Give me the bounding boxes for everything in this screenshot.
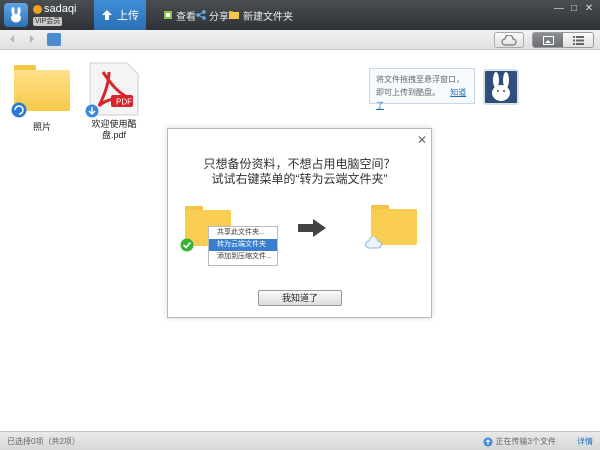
- list-view-button[interactable]: [563, 33, 593, 47]
- new-folder-button[interactable]: 新建文件夹: [229, 8, 293, 23]
- close-icon: ✕: [584, 2, 594, 14]
- floating-window-mascot[interactable]: [483, 69, 519, 105]
- drag-tip-balloon: 将文件拖拽至悬浮窗口，即可上传到酷盘。 知道了: [369, 68, 475, 110]
- new-folder-label: 新建文件夹: [243, 11, 293, 23]
- file-item-photos[interactable]: 照片: [11, 63, 72, 133]
- context-menu: 共享此文件夹... 转为云端文件夹 添加到压缩文件...: [208, 226, 278, 266]
- menu-item-share: 共享此文件夹...: [217, 229, 265, 236]
- back-arrow-icon: [10, 35, 14, 43]
- user-info[interactable]: sadaqi VIP会员: [33, 3, 77, 26]
- maximize-icon: □: [570, 2, 578, 14]
- cloud-button[interactable]: [494, 32, 524, 48]
- transfer-icon: [483, 437, 493, 446]
- cloud-folder-tip-dialog: ✕ 只想备份资料，不想占用电脑空间？ 试试右键菜单的“转为云端文件夹” 共享此文…: [167, 128, 432, 318]
- cloud-icon: [365, 237, 382, 249]
- back-button[interactable]: [8, 34, 18, 46]
- thumbnail-view-button[interactable]: [533, 33, 563, 47]
- dialog-title-line2: 试试右键菜单的“转为云端文件夹”: [211, 172, 388, 186]
- title-bar: sadaqi VIP会员 上传 查看 分享 新建文件夹 — □ ✕: [0, 0, 600, 30]
- maximize-button[interactable]: □: [567, 2, 581, 14]
- menu-item-compress: 添加到压缩文件...: [217, 253, 272, 260]
- navigation-bar: [0, 30, 600, 50]
- dialog-close-button[interactable]: ✕: [417, 133, 427, 147]
- file-name: 欢迎使用酷盘.pdf: [91, 119, 137, 140]
- file-item-pdf[interactable]: PDF 欢迎使用酷盘.pdf: [82, 60, 146, 142]
- menu-item-cloud-folder: 转为云端文件夹: [209, 239, 277, 251]
- minimize-icon: —: [554, 2, 564, 14]
- home-folder-icon[interactable]: [47, 33, 61, 46]
- status-bar: 已选择0项（共2项） 正在传输3个文件 详情: [0, 431, 600, 450]
- selection-status: 已选择0项（共2项）: [7, 437, 80, 446]
- share-button[interactable]: 分享: [196, 8, 229, 23]
- check-icon: [180, 238, 194, 252]
- arrow-right-icon: [298, 219, 326, 237]
- download-icon: [85, 104, 99, 118]
- rabbit-icon: [11, 7, 21, 23]
- vip-badge: VIP会员: [33, 17, 63, 26]
- view-button[interactable]: 查看: [163, 8, 196, 23]
- transfer-text: 正在传输3个文件: [495, 437, 556, 446]
- close-icon: ✕: [416, 133, 427, 147]
- sync-icon: [11, 102, 27, 118]
- forward-button[interactable]: [28, 34, 38, 46]
- got-it-button[interactable]: 我知道了: [258, 290, 342, 306]
- minimize-button[interactable]: —: [552, 2, 566, 14]
- arrow-up-icon: [102, 10, 112, 20]
- thumbnail-icon: [542, 35, 554, 45]
- view-label: 查看: [176, 11, 196, 23]
- file-name: 照片: [32, 122, 51, 132]
- forward-arrow-icon: [30, 35, 34, 43]
- detail-link[interactable]: 详情: [577, 436, 593, 447]
- user-status-icon: [33, 4, 42, 14]
- view-icon: [164, 11, 172, 19]
- view-mode-toggle: [532, 32, 594, 48]
- cloud-icon: [501, 34, 517, 46]
- close-window-button[interactable]: ✕: [582, 2, 596, 14]
- share-label: 分享: [209, 11, 229, 23]
- share-icon: [196, 10, 206, 20]
- svg-text:PDF: PDF: [116, 98, 132, 107]
- new-folder-icon: [229, 11, 239, 19]
- rabbit-icon: [492, 72, 510, 101]
- upload-button[interactable]: 上传: [94, 0, 146, 30]
- user-name: sadaqi: [44, 3, 77, 16]
- upload-label: 上传: [117, 10, 139, 22]
- transfer-status[interactable]: 正在传输3个文件: [483, 436, 556, 447]
- app-logo: [4, 3, 28, 27]
- list-icon: [572, 35, 584, 45]
